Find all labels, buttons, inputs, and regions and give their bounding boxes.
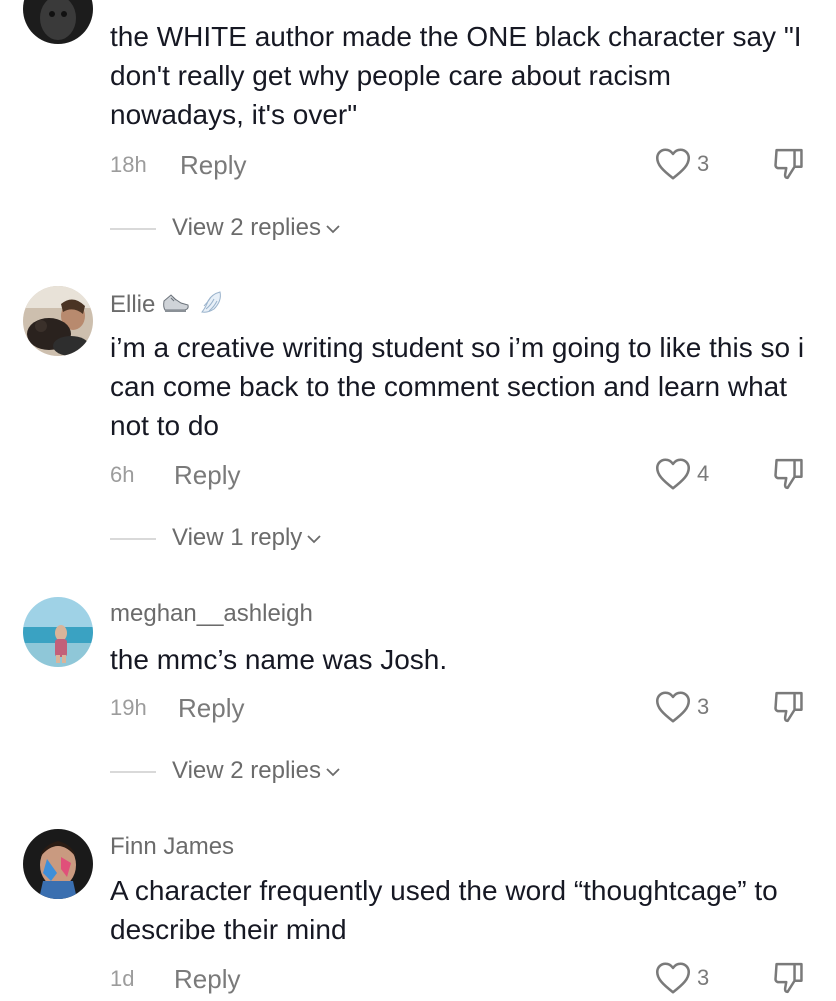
comment-meta: 6h Reply 4	[110, 456, 810, 496]
comment-meta: 19h Reply 3	[110, 689, 810, 729]
reply-button[interactable]: Reply	[174, 964, 240, 995]
avatar[interactable]	[23, 286, 93, 356]
comment-time: 6h	[110, 462, 135, 487]
view-replies-label: View 2 replies	[172, 214, 321, 241]
username[interactable]: Ellie	[110, 291, 155, 318]
reply-button[interactable]: Reply	[180, 150, 246, 181]
like-count: 4	[697, 461, 710, 486]
dislike-button[interactable]	[772, 960, 808, 996]
thumbs-down-icon	[774, 691, 803, 723]
thumbs-down-icon	[774, 148, 803, 180]
avatar[interactable]	[23, 597, 93, 667]
like-count: 3	[697, 965, 710, 990]
comment-time: 18h	[110, 152, 147, 177]
beach-photo-icon	[23, 597, 93, 667]
avatar[interactable]	[23, 0, 93, 44]
like-button[interactable]: 3	[655, 689, 725, 725]
dislike-button[interactable]	[772, 689, 808, 725]
username[interactable]: meghan__ashleigh	[110, 600, 313, 628]
heart-icon	[655, 148, 691, 180]
thumbs-down-icon	[774, 962, 803, 994]
heart-icon	[655, 962, 691, 994]
chevron-down-icon	[326, 225, 340, 233]
comment-text: the WHITE author made the ONE black char…	[110, 21, 810, 130]
wing-emoji-icon	[201, 291, 221, 313]
sneaker-emoji-icon	[163, 294, 190, 312]
like-button[interactable]: 3	[655, 960, 725, 996]
heart-icon	[655, 691, 691, 723]
painted-face-photo-icon	[23, 829, 93, 899]
divider	[110, 771, 156, 773]
chevron-down-icon	[326, 768, 340, 776]
view-replies-label: View 1 reply	[172, 524, 303, 551]
heart-icon	[655, 458, 691, 490]
like-count: 3	[697, 151, 710, 176]
comment-text: the mmc’s name was Josh.	[110, 644, 448, 675]
dark-profile-photo-icon	[23, 0, 93, 44]
thumbs-down-icon	[774, 458, 803, 490]
comment-text: A character frequently used the word “th…	[110, 875, 786, 945]
comment-meta: 18h Reply 3	[110, 146, 810, 186]
view-replies-label: View 2 replies	[172, 757, 321, 784]
like-count: 3	[697, 694, 710, 719]
like-button[interactable]: 4	[655, 456, 725, 492]
dislike-button[interactable]	[772, 146, 808, 182]
comment-text: i’m a creative writing student so i’m go…	[110, 332, 812, 441]
divider	[110, 228, 156, 230]
avatar[interactable]	[23, 829, 93, 899]
emoji-badges	[161, 289, 224, 322]
reply-button[interactable]: Reply	[178, 693, 244, 724]
chevron-down-icon	[307, 535, 321, 543]
dislike-button[interactable]	[772, 456, 808, 492]
comment-time: 1d	[110, 966, 135, 991]
reply-button[interactable]: Reply	[174, 460, 240, 491]
person-with-pet-photo-icon	[23, 286, 93, 356]
divider	[110, 538, 156, 540]
username[interactable]: Finn James	[110, 833, 234, 861]
like-button[interactable]: 3	[655, 146, 725, 182]
comment-meta: 1d Reply 3	[110, 960, 810, 1000]
comment-time: 19h	[110, 695, 147, 720]
